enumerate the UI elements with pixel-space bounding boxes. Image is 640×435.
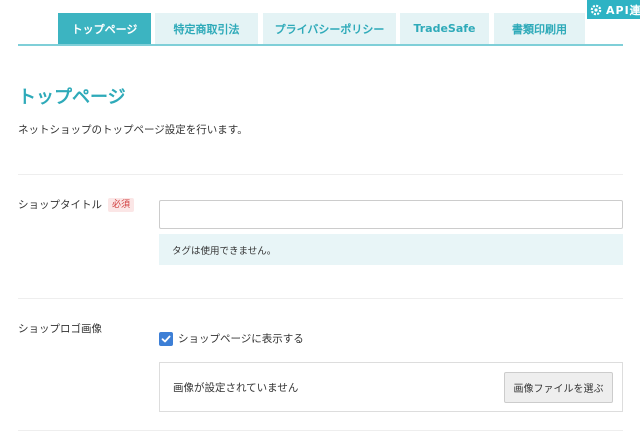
shop-title-label-row: ショップタイトル 必須 — [18, 198, 135, 212]
shop-logo-label-row: ショップロゴ画像 — [18, 322, 102, 336]
tab-commerce-law[interactable]: 特定商取引法 — [155, 13, 258, 44]
tab-print-documents[interactable]: 書類印刷用 — [494, 13, 585, 44]
tab-bar: トップページ 特定商取引法 プライバシーポリシー TradeSafe 書類印刷用 — [18, 13, 623, 46]
tab-label: TradeSafe — [413, 22, 476, 35]
checkmark-icon — [161, 335, 171, 342]
tab-label: 特定商取引法 — [173, 22, 240, 36]
hint-text: タグは使用できません。 — [172, 245, 277, 257]
tab-top-page[interactable]: トップページ — [58, 13, 151, 44]
logo-file-status: 画像が設定されていません — [173, 381, 299, 394]
divider — [18, 430, 623, 431]
tab-label: トップページ — [71, 22, 138, 36]
divider — [18, 174, 623, 175]
choose-image-file-button[interactable]: 画像ファイルを選ぶ — [504, 372, 613, 403]
required-badge: 必須 — [108, 198, 135, 212]
shop-title-input[interactable] — [159, 200, 623, 229]
tab-tradesafe[interactable]: TradeSafe — [400, 13, 489, 44]
divider — [18, 298, 623, 299]
tab-label: プライバシーポリシー — [274, 22, 385, 36]
show-on-shop-page-checkbox-row[interactable]: ショップページに表示する — [159, 331, 304, 346]
shop-logo-label: ショップロゴ画像 — [18, 323, 102, 335]
logo-file-box: 画像が設定されていません 画像ファイルを選ぶ — [159, 362, 623, 412]
tab-privacy-policy[interactable]: プライバシーポリシー — [263, 13, 396, 44]
tab-label: 書類印刷用 — [512, 22, 567, 36]
page-title: トップページ — [18, 87, 126, 108]
page-description: ネットショップのトップページ設定を行います。 — [18, 124, 248, 136]
checkbox-label: ショップページに表示する — [178, 333, 304, 345]
shop-title-label: ショップタイトル — [18, 199, 102, 211]
show-on-shop-page-checkbox[interactable] — [159, 331, 173, 346]
shop-title-hint: タグは使用できません。 — [159, 234, 623, 265]
